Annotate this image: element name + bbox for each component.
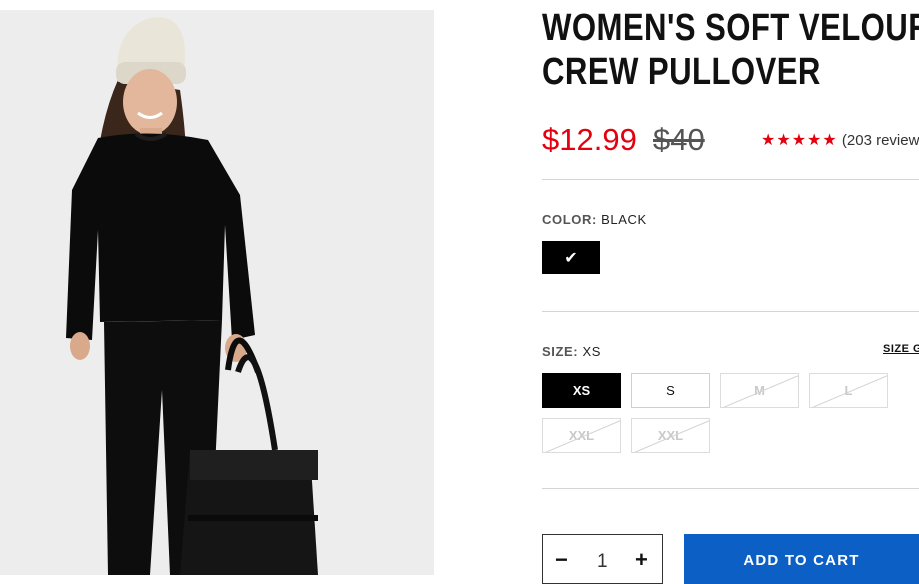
rating-summary[interactable]: ★★★★★ (203 reviews) bbox=[761, 130, 919, 150]
size-option-label: XXL bbox=[568, 428, 595, 443]
increment-button[interactable]: + bbox=[635, 547, 648, 573]
add-to-cart-button[interactable]: ADD TO CART bbox=[684, 534, 919, 584]
quantity-value[interactable]: 1 bbox=[597, 551, 608, 573]
divider bbox=[542, 488, 919, 489]
size-option-xl[interactable]: XXL bbox=[542, 418, 621, 453]
review-count-link[interactable]: (203 reviews) bbox=[842, 132, 919, 149]
size-option-label: M bbox=[754, 383, 765, 398]
size-option-label: L bbox=[844, 383, 853, 398]
size-guide-link[interactable]: SIZE GUIDE bbox=[883, 343, 919, 355]
sale-price: $12.99 bbox=[542, 122, 637, 157]
size-option-l[interactable]: L bbox=[809, 373, 888, 408]
original-price: $40 bbox=[653, 122, 705, 157]
size-option-s[interactable]: S bbox=[631, 373, 710, 408]
product-image[interactable] bbox=[0, 10, 434, 575]
quantity-stepper[interactable]: − 1 + bbox=[542, 534, 663, 584]
size-option-xxl[interactable]: XXL bbox=[631, 418, 710, 453]
size-option-xs[interactable]: XS bbox=[542, 373, 621, 408]
product-photo-illustration bbox=[0, 10, 434, 575]
color-swatch-black[interactable]: ✔ bbox=[542, 241, 600, 274]
size-option-m[interactable]: M bbox=[720, 373, 799, 408]
star-rating-icon: ★★★★★ bbox=[761, 132, 838, 149]
color-label-row: COLOR: BLACK bbox=[542, 212, 647, 227]
product-title: WOMEN'S SOFT VELOUR CREW PULLOVER bbox=[542, 6, 919, 94]
product-title-line-2: CREW PULLOVER bbox=[542, 51, 821, 93]
divider bbox=[542, 179, 919, 180]
checkmark-icon: ✔ bbox=[564, 249, 578, 267]
color-value: BLACK bbox=[601, 212, 647, 227]
size-label-row: SIZE: XS bbox=[542, 344, 601, 359]
size-value: XS bbox=[582, 344, 601, 359]
size-option-label: XXL bbox=[657, 428, 684, 443]
size-label: SIZE: bbox=[542, 344, 579, 359]
product-title-line-1: WOMEN'S SOFT VELOUR bbox=[542, 7, 919, 49]
color-label: COLOR: bbox=[542, 212, 597, 227]
decrement-button[interactable]: − bbox=[555, 547, 568, 573]
divider bbox=[542, 311, 919, 312]
